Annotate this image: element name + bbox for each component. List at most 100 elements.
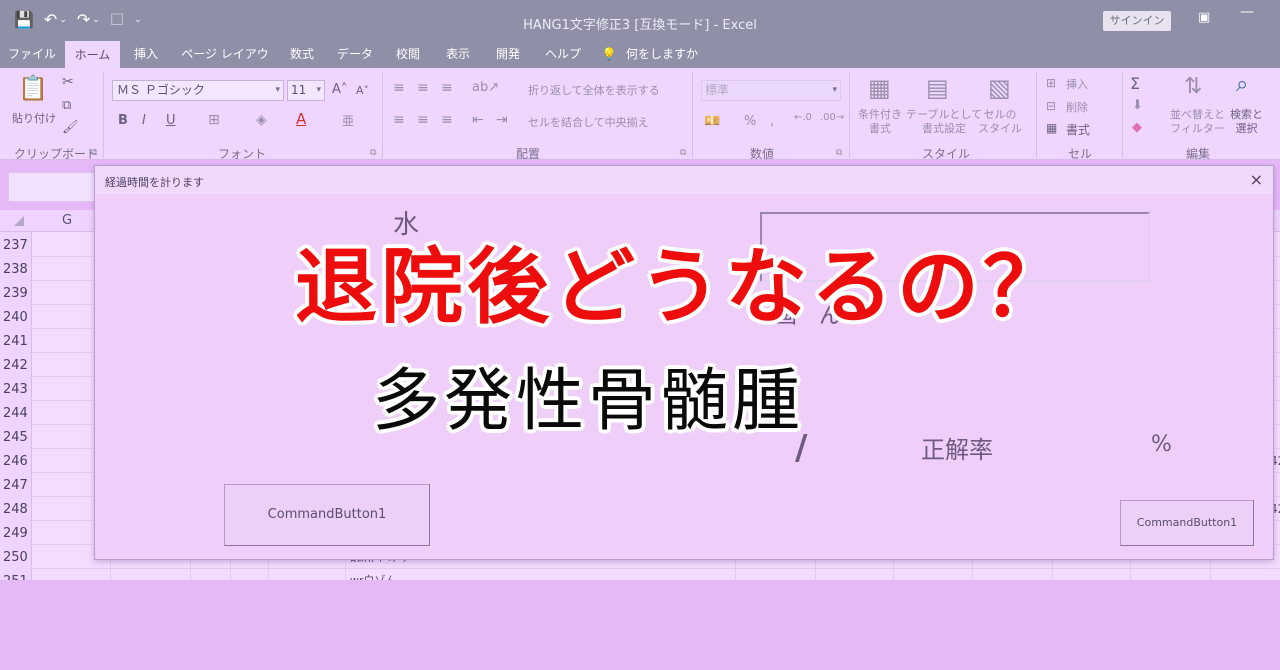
format-cells-button[interactable]: 書式 [1066, 121, 1090, 138]
percent-icon[interactable]: % [744, 114, 756, 129]
find-select-button[interactable]: 検索と 選択 [1230, 108, 1263, 136]
bold-button[interactable]: B [118, 113, 128, 128]
tab-insert[interactable]: 挿入 [126, 40, 166, 68]
decrease-decimal-icon[interactable]: .00→ [820, 112, 844, 123]
row-header[interactable]: 242 [3, 358, 31, 373]
clipboard-group-label: クリップボード [14, 147, 99, 161]
decrease-font-icon[interactable]: A˅ [356, 84, 369, 97]
delete-cells-icon[interactable]: ⊟ [1046, 99, 1056, 113]
insert-cells-icon[interactable]: ⊞ [1046, 76, 1056, 90]
format-painter-icon[interactable]: 🖌 [62, 120, 79, 135]
font-launcher-icon[interactable]: ⧉ [370, 148, 376, 158]
clear-icon[interactable]: ◆ [1132, 120, 1142, 135]
minimize-icon[interactable]: — [1240, 4, 1254, 20]
row-header[interactable]: 245 [3, 430, 31, 445]
row-header[interactable]: 249 [3, 526, 31, 541]
align-right-icon[interactable]: ≡ [441, 112, 453, 128]
increase-decimal-icon[interactable]: ←.0 [794, 112, 812, 123]
format-cells-icon[interactable]: ▦ [1046, 121, 1057, 135]
tab-file[interactable]: ファイル [6, 40, 58, 68]
title-bar: 💾 ↶ ⌄ ↷ ⌄ ☐ ⌄ HANG1文字修正3 [互換モード] - Excel… [0, 0, 1280, 40]
font-size-select[interactable]: 11 ▾ [287, 80, 325, 101]
italic-button[interactable]: I [142, 113, 146, 128]
styles-group-label: スタイル [922, 147, 971, 161]
tab-data[interactable]: データ [332, 40, 378, 68]
command-button-1[interactable]: CommandButton1 [224, 484, 430, 546]
tab-help[interactable]: ヘルプ [540, 40, 586, 68]
format-table-icon[interactable]: ▤ [926, 74, 949, 102]
divider [692, 72, 693, 158]
increase-font-icon[interactable]: A˄ [332, 82, 347, 97]
autosum-icon[interactable]: Σ [1130, 74, 1140, 93]
alignment-launcher-icon[interactable]: ⧉ [680, 148, 686, 158]
window-title: HANG1文字修正3 [互換モード] - Excel [523, 18, 757, 33]
tab-view[interactable]: 表示 [438, 40, 478, 68]
font-name-select[interactable]: ＭＳ Ｐゴシック ▾ [112, 80, 284, 101]
paste-icon[interactable]: 📋 [18, 74, 48, 102]
decrease-indent-icon[interactable]: ⇤ [472, 112, 484, 128]
borders-icon[interactable]: ⊞ [208, 112, 220, 128]
select-all-icon[interactable] [14, 216, 24, 226]
cell-styles-icon[interactable]: ▧ [988, 74, 1011, 102]
row-header[interactable]: 243 [3, 382, 31, 397]
dialog-titlebar [95, 166, 1273, 194]
headline-text: 退院後どうなるの？ [295, 240, 1070, 335]
accounting-icon[interactable]: 💴 [704, 114, 720, 129]
tab-home[interactable]: ホーム [65, 41, 120, 68]
row-header[interactable]: 244 [3, 406, 31, 421]
number-format-select[interactable]: 標準 ▾ [701, 80, 841, 101]
cut-icon[interactable]: ✂ [62, 74, 74, 90]
tab-page-layout[interactable]: ページ レイアウト [176, 40, 274, 89]
align-top-icon[interactable]: ≡ [393, 80, 405, 96]
row-header[interactable]: 241 [3, 334, 31, 349]
conditional-format-icon[interactable]: ▦ [868, 74, 891, 102]
insert-cells-button[interactable]: 挿入 [1066, 76, 1088, 92]
align-bottom-icon[interactable]: ≡ [441, 80, 453, 96]
merge-center-button[interactable]: セルを結合して中央揃え [528, 114, 649, 130]
align-left-icon[interactable]: ≡ [393, 112, 405, 128]
font-color-icon[interactable]: A [296, 110, 306, 128]
clipboard-launcher-icon[interactable]: ⧉ [91, 148, 97, 158]
row-header[interactable]: 246 [3, 454, 31, 469]
align-middle-icon[interactable]: ≡ [417, 80, 429, 96]
cells-group-label: セル [1068, 147, 1093, 161]
tab-developer[interactable]: 開発 [488, 40, 528, 68]
align-center-icon[interactable]: ≡ [417, 112, 429, 128]
sort-filter-button[interactable]: 並べ替えと フィルター [1170, 108, 1225, 136]
paste-button[interactable]: 貼り付け [12, 110, 56, 126]
phonetic-icon[interactable]: 亜 [342, 112, 354, 129]
column-header-g[interactable]: G [62, 213, 72, 228]
conditional-format-button[interactable]: 条件付き 書式 [858, 108, 902, 136]
cell-value[interactable]: wr白ゾん [350, 572, 397, 580]
row-header[interactable]: 248 [3, 502, 31, 517]
search-icon[interactable]: ⌕ [1236, 72, 1248, 97]
close-icon[interactable]: × [1250, 170, 1263, 189]
increase-indent-icon[interactable]: ⇥ [496, 112, 508, 128]
wrap-text-button[interactable]: 折り返して全体を表示する [528, 82, 660, 98]
number-launcher-icon[interactable]: ⧉ [836, 148, 842, 158]
subheadline-text: 多発性骨髄腫 [372, 362, 805, 441]
sort-filter-icon[interactable]: ⇅ [1184, 74, 1202, 99]
tell-me-search[interactable]: 何をしますか [626, 40, 698, 68]
row-header[interactable]: 238 [3, 262, 31, 277]
row-header[interactable]: 240 [3, 310, 31, 325]
row-header[interactable]: 239 [3, 286, 31, 301]
orientation-icon[interactable]: ab↗ [472, 80, 499, 95]
copy-icon[interactable]: ⧉ [62, 98, 71, 113]
command-button-2[interactable]: CommandButton1 [1120, 500, 1254, 546]
delete-cells-button[interactable]: 削除 [1066, 99, 1088, 115]
fill-color-icon[interactable]: ◈ [256, 112, 267, 128]
cell-styles-button[interactable]: セルの スタイル [978, 108, 1022, 136]
comma-icon[interactable]: , [770, 114, 774, 129]
ribbon-display-icon[interactable]: ▣ [1198, 10, 1210, 25]
underline-button[interactable]: U [166, 113, 176, 128]
format-as-table-button[interactable]: テーブルとして 書式設定 [906, 108, 982, 136]
tab-formulas[interactable]: 数式 [282, 40, 322, 68]
row-header[interactable]: 237 [3, 238, 31, 253]
tab-review[interactable]: 校閲 [388, 40, 428, 68]
signin-button[interactable]: サインイン [1103, 11, 1171, 31]
divider [103, 72, 104, 158]
row-header[interactable]: 247 [3, 478, 31, 493]
fill-icon[interactable]: ⬇ [1132, 98, 1143, 113]
row-header[interactable]: 250 [3, 550, 31, 565]
